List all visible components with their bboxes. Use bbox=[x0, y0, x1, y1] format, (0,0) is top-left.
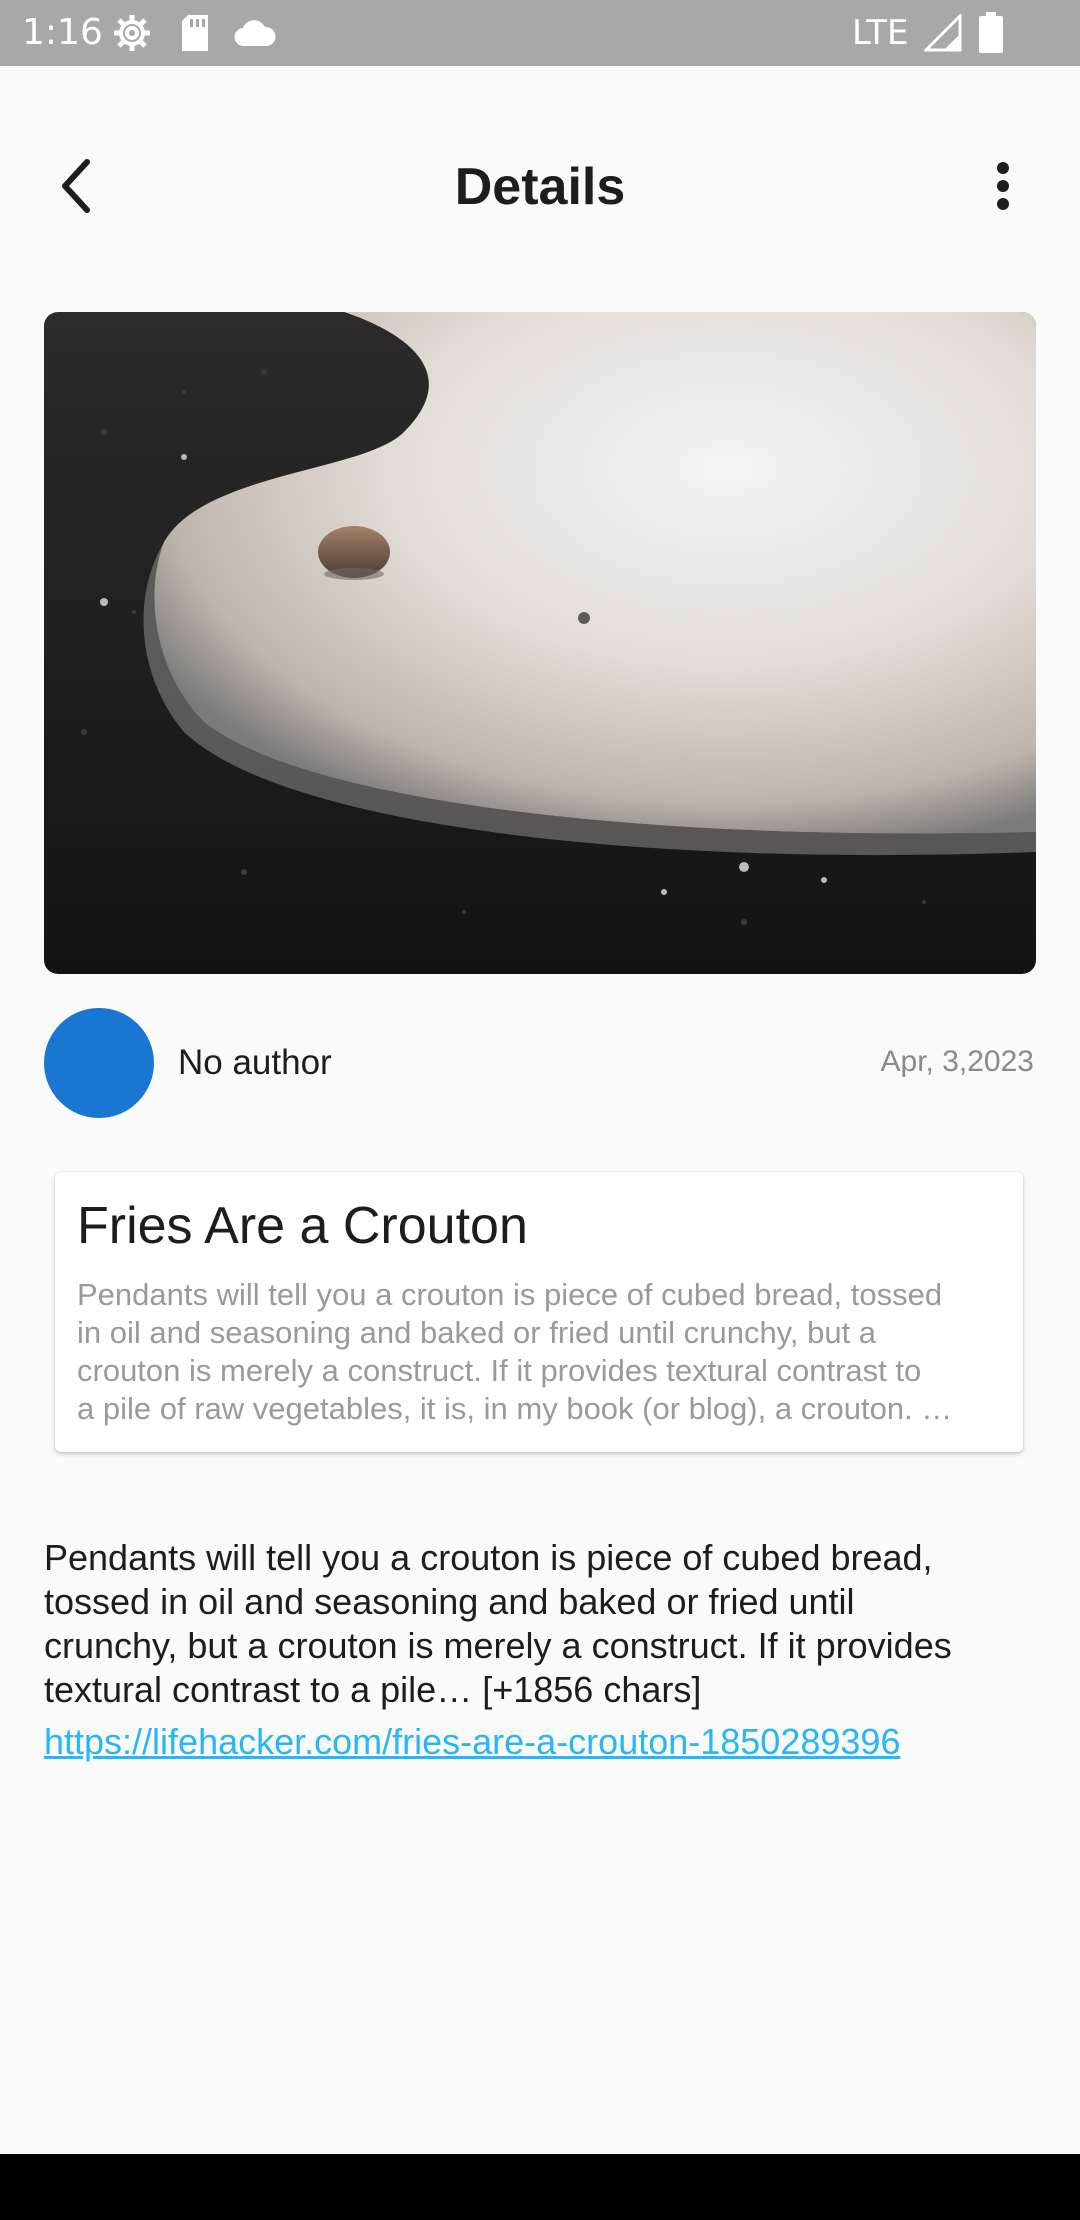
article-card[interactable]: Fries Are a Crouton Pendants will tell y… bbox=[55, 1172, 1023, 1452]
card-description-line: a pile of raw vegetables, it is, in my b… bbox=[77, 1391, 953, 1426]
system-nav-bar bbox=[0, 2154, 1080, 2220]
card-title: Fries Are a Crouton bbox=[77, 1197, 528, 1255]
more-vert-icon bbox=[996, 161, 1010, 216]
article-content-line: textural contrast to a pile… [+1856 char… bbox=[44, 1669, 702, 1710]
signal-icon bbox=[922, 12, 962, 57]
network-type: LTE bbox=[852, 13, 909, 53]
author-avatar bbox=[44, 1008, 154, 1118]
publish-date: Apr, 3,2023 bbox=[880, 1045, 1034, 1078]
page-title: Details bbox=[454, 158, 626, 216]
article-image bbox=[44, 312, 1036, 974]
status-bar: 1:16 LTE bbox=[0, 0, 1080, 66]
card-description-line: crouton is merely a construct. If it pro… bbox=[77, 1353, 922, 1388]
author-name: No author bbox=[178, 1043, 332, 1082]
cloud-icon bbox=[234, 18, 276, 53]
more-options-button[interactable] bbox=[966, 151, 1040, 225]
card-description-line: Pendants will tell you a crouton is piec… bbox=[77, 1277, 943, 1312]
settings-icon bbox=[112, 13, 152, 58]
article-content-line: crunchy, but a crouton is merely a const… bbox=[44, 1625, 952, 1666]
sd-card-icon bbox=[180, 13, 210, 58]
article-content-line: tossed in oil and seasoning and baked or… bbox=[44, 1581, 855, 1622]
card-description-line: in oil and seasoning and baked or fried … bbox=[77, 1315, 877, 1350]
article-content: Pendants will tell you a crouton is piec… bbox=[44, 1536, 1044, 1712]
article-link[interactable]: https://lifehacker.com/fries-are-a-crout… bbox=[44, 1720, 900, 1764]
article-content-line: Pendants will tell you a crouton is piec… bbox=[44, 1537, 933, 1578]
card-description: Pendants will tell you a crouton is piec… bbox=[77, 1276, 1057, 1428]
app-bar: Details bbox=[0, 66, 1080, 306]
battery-icon bbox=[978, 12, 1004, 59]
status-time: 1:16 bbox=[22, 12, 103, 53]
